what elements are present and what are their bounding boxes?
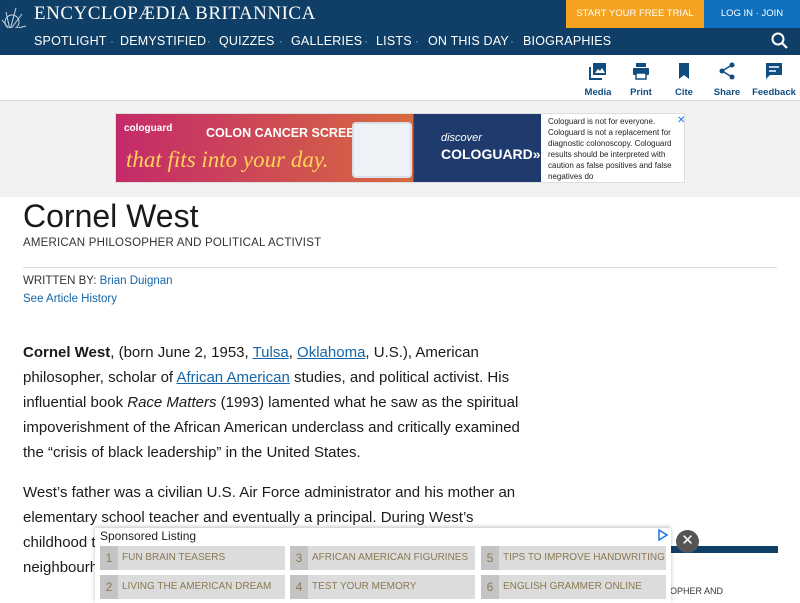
- cite-label: Cite: [675, 87, 693, 98]
- sponsored-item-number: 6: [481, 575, 499, 599]
- sponsored-item[interactable]: 1 FUN BRAIN TEASERS: [100, 546, 285, 570]
- written-by-label: WRITTEN BY:: [23, 275, 100, 287]
- divider: [23, 267, 777, 268]
- nav-item-galleries[interactable]: GALLERIES: [291, 34, 362, 48]
- paragraph-text: ,: [288, 344, 298, 361]
- ad-banner[interactable]: cologuard COLON CANCER SCREENING that fi…: [115, 113, 685, 183]
- link-african-american[interactable]: African American: [176, 369, 289, 386]
- sponsored-item-number: 3: [290, 546, 308, 570]
- feedback-label: Feedback: [752, 87, 796, 98]
- ad-brand: cologuard: [124, 123, 173, 134]
- link-tulsa[interactable]: Tulsa: [253, 344, 289, 361]
- related-box-text: OPHER AND: [670, 586, 724, 596]
- ad-script: that fits into your day.: [126, 147, 329, 172]
- article-history-link[interactable]: See Article History: [23, 293, 117, 305]
- page-title: Cornel West: [23, 198, 199, 234]
- nav-item-lists[interactable]: LISTS: [376, 34, 412, 48]
- ad-cta[interactable]: COLOGUARD»: [441, 146, 541, 162]
- nav-separator: ·: [207, 34, 211, 48]
- sponsored-item-label: TIPS TO IMPROVE HANDWRITING: [503, 552, 665, 563]
- sponsored-item-label: AFRICAN AMERICAN FIGURINES: [312, 552, 469, 563]
- sponsored-item[interactable]: 6 ENGLISH GRAMMER ONLINE: [481, 575, 666, 599]
- ad-product-image: [352, 122, 412, 178]
- sponsored-title: Sponsored Listing: [100, 529, 197, 543]
- sponsored-item-number: 1: [100, 546, 118, 570]
- nav-separator: ·: [364, 34, 368, 48]
- feedback-icon: [766, 63, 782, 79]
- ad-fine-print: Cologuard is not for everyone. Cologuard…: [548, 117, 672, 181]
- nav-separator: ·: [510, 34, 514, 48]
- sponsored-item[interactable]: 4 TEST YOUR MEMORY: [290, 575, 475, 599]
- nav-item-demystified[interactable]: DEMYSTIFIED: [120, 34, 206, 48]
- share-icon: [719, 62, 735, 80]
- link-oklahoma[interactable]: Oklahoma: [297, 344, 365, 361]
- nav-item-on-this-day[interactable]: ON THIS DAY: [428, 34, 509, 48]
- nav-item-quizzes[interactable]: QUIZZES: [219, 34, 275, 48]
- nav-separator: ·: [110, 34, 114, 48]
- search-icon[interactable]: [770, 31, 790, 51]
- main-nav: SPOTLIGHT · DEMYSTIFIED · QUIZZES · GALL…: [0, 28, 800, 55]
- nav-item-biographies[interactable]: BIOGRAPHIES: [523, 34, 611, 48]
- sponsored-item-label: TEST YOUR MEMORY: [312, 581, 417, 592]
- share-label: Share: [713, 87, 741, 98]
- feedback-button[interactable]: Feedback: [749, 62, 799, 100]
- media-label: Media: [584, 87, 612, 98]
- sponsored-item-label: FUN BRAIN TEASERS: [122, 552, 226, 563]
- ad-discover: discover: [441, 132, 482, 144]
- author-link[interactable]: Brian Duignan: [100, 275, 173, 287]
- sponsored-item-label: LIVING THE AMERICAN DREAM: [122, 581, 272, 592]
- article-paragraph: Cornel West, (born June 2, 1953, Tulsa, …: [23, 340, 528, 465]
- media-icon: [589, 63, 606, 80]
- free-trial-button[interactable]: START YOUR FREE TRIAL: [566, 0, 704, 28]
- subject-name: Cornel West: [23, 344, 111, 361]
- sponsored-item[interactable]: 5 TIPS TO IMPROVE HANDWRITING: [481, 546, 666, 570]
- login-join-button[interactable]: LOG IN · JOIN: [704, 0, 800, 28]
- share-button[interactable]: Share: [702, 62, 752, 100]
- sponsored-item-label: ENGLISH GRAMMER ONLINE: [503, 581, 642, 592]
- brand-name[interactable]: ENCYCLOPÆDIA BRITANNICA: [34, 3, 316, 25]
- book-title: Race Matters: [127, 394, 217, 411]
- bookmark-icon: [679, 63, 689, 79]
- sponsored-item[interactable]: 2 LIVING THE AMERICAN DREAM: [100, 575, 285, 599]
- nav-separator: ·: [279, 34, 283, 48]
- sponsored-item-number: 5: [481, 546, 499, 570]
- print-label: Print: [630, 87, 652, 98]
- adchoices-icon[interactable]: [657, 529, 669, 541]
- nav-item-spotlight[interactable]: SPOTLIGHT: [34, 34, 107, 48]
- print-icon: [633, 63, 649, 80]
- sponsored-item[interactable]: 3 AFRICAN AMERICAN FIGURINES: [290, 546, 475, 570]
- ad-close-icon[interactable]: ✕: [677, 115, 684, 126]
- nav-separator: ·: [415, 34, 419, 48]
- paragraph-text: , (born June 2, 1953,: [110, 344, 253, 361]
- page-subtitle: AMERICAN PHILOSOPHER AND POLITICAL ACTIV…: [23, 237, 322, 249]
- sponsored-close-button[interactable]: ✕: [676, 530, 699, 553]
- sponsored-item-number: 2: [100, 575, 118, 599]
- sponsored-item-number: 4: [290, 575, 308, 599]
- byline: WRITTEN BY: Brian Duignan: [23, 275, 173, 287]
